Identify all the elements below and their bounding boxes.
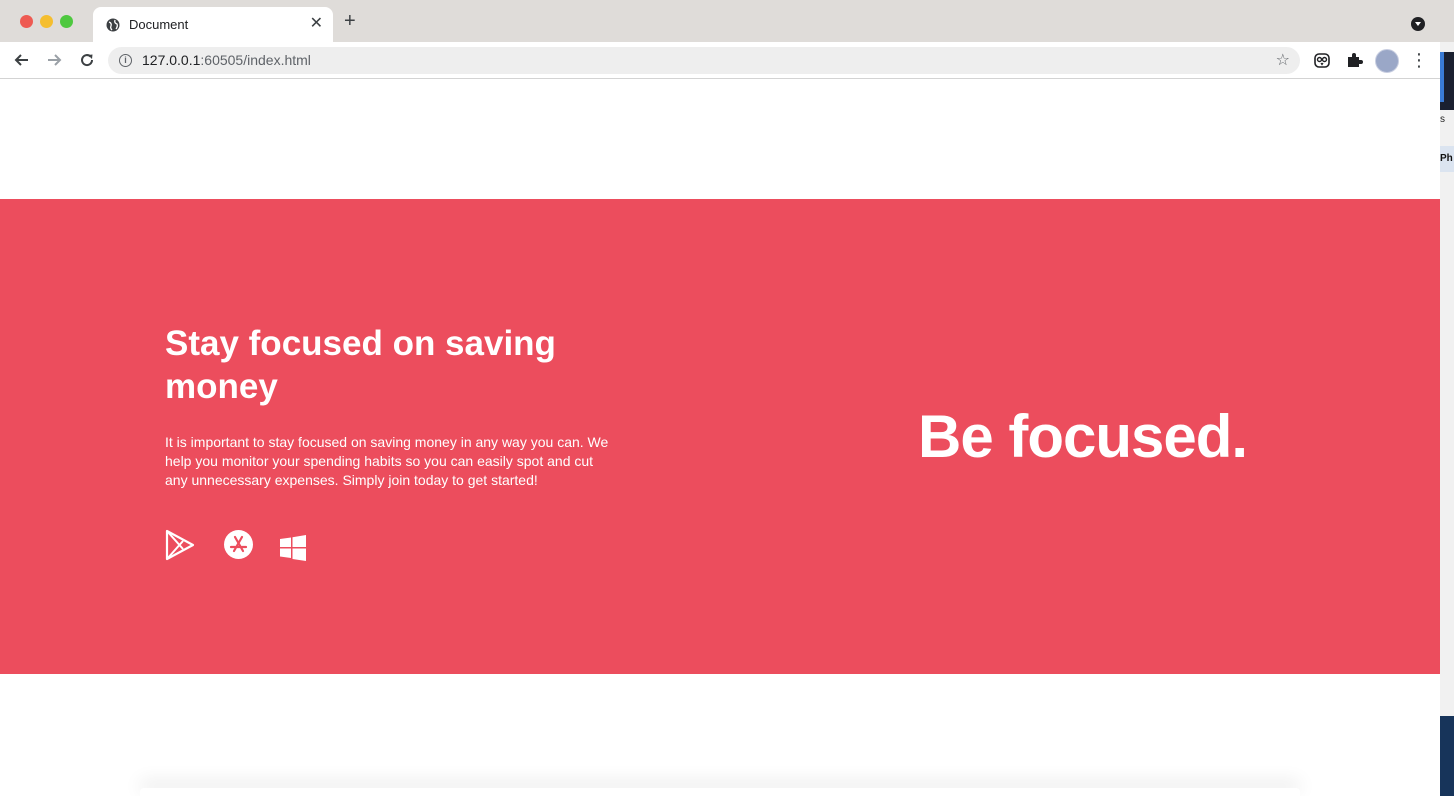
puzzle-icon[interactable] <box>1345 51 1363 69</box>
reload-icon[interactable] <box>77 50 97 70</box>
new-tab-button[interactable]: + <box>344 11 356 31</box>
background-window-strip: s Ph <box>1440 42 1454 796</box>
maximize-window-button[interactable] <box>60 15 73 28</box>
background-window-accent <box>1440 52 1444 102</box>
google-play-icon[interactable] <box>165 529 195 561</box>
close-window-button[interactable] <box>20 15 33 28</box>
hero-heading: Stay focused on saving money <box>165 324 556 406</box>
forward-arrow-icon[interactable] <box>44 50 64 70</box>
globe-icon <box>106 18 120 32</box>
hero-tagline: Be focused. <box>918 403 1248 470</box>
tab-title: Document <box>129 17 189 32</box>
background-window-footer <box>1440 716 1454 796</box>
bookmark-star-icon[interactable]: ☆ <box>1276 50 1290 70</box>
kebab-menu-icon[interactable]: ⋮ <box>1410 50 1428 70</box>
tab-close-icon[interactable]: ✕ <box>310 15 323 33</box>
back-arrow-icon[interactable] <box>12 50 32 70</box>
info-icon[interactable]: i <box>119 54 132 67</box>
app-store-icon[interactable] <box>223 529 254 560</box>
browser-toolbar: i 127.0.0.1:60505/index.html ☆ ⋮ <box>0 42 1440 79</box>
profile-avatar[interactable] <box>1375 49 1399 73</box>
tab-search-icon[interactable] <box>1411 17 1425 31</box>
hero-description: It is important to stay focused on savin… <box>165 434 609 488</box>
minimize-window-button[interactable] <box>40 15 53 28</box>
windows-icon[interactable] <box>280 535 306 561</box>
browser-tab[interactable]: Document ✕ <box>93 7 333 42</box>
url-host: 127.0.0.1 <box>142 52 201 68</box>
browser-tab-bar: Document ✕ + <box>0 0 1454 42</box>
background-window-tab: Ph <box>1440 146 1454 172</box>
hero-section: Stay focused on saving money It is impor… <box>0 199 1440 674</box>
address-bar[interactable]: i 127.0.0.1:60505/index.html ☆ <box>108 47 1300 74</box>
url-text[interactable]: 127.0.0.1:60505/index.html <box>142 52 311 68</box>
background-window-text: s <box>1440 114 1445 125</box>
next-section-card-edge <box>140 788 1300 796</box>
url-path: :60505/index.html <box>200 52 311 68</box>
owl-extension-icon[interactable] <box>1313 51 1331 69</box>
